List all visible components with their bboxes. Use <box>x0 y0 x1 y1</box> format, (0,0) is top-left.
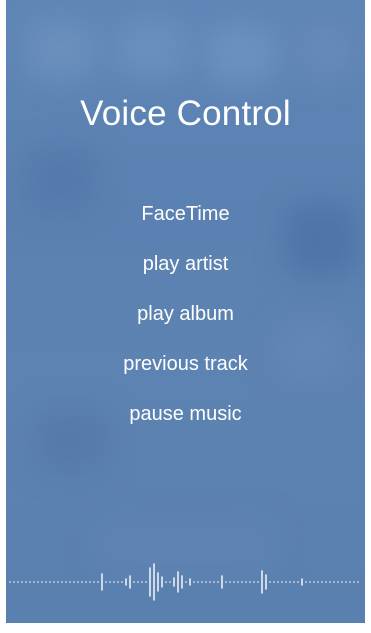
waveform-dot <box>49 581 51 583</box>
waveform-dot <box>305 581 307 583</box>
waveform-dot <box>233 581 235 583</box>
waveform-dot <box>285 581 287 583</box>
waveform-dot <box>241 581 243 583</box>
waveform-dot <box>45 581 47 583</box>
waveform-dot <box>333 581 335 583</box>
waveform-dot <box>53 581 55 583</box>
waveform-dot <box>77 581 79 583</box>
waveform-dot <box>201 581 203 583</box>
command-suggestion: FaceTime <box>141 203 230 225</box>
waveform-dot <box>257 581 259 583</box>
waveform-dot <box>121 581 123 583</box>
waveform-dot <box>345 581 347 583</box>
waveform-dot <box>65 581 67 583</box>
waveform-dot <box>269 581 271 583</box>
waveform-dot <box>217 581 219 583</box>
waveform-dot <box>133 581 135 583</box>
waveform-dot <box>117 581 119 583</box>
waveform-dot <box>205 581 207 583</box>
waveform-dot <box>37 581 39 583</box>
waveform-dot <box>249 581 251 583</box>
waveform-dot <box>89 581 91 583</box>
waveform-dot <box>73 581 75 583</box>
waveform-dot <box>341 581 343 583</box>
waveform-dot <box>237 581 239 583</box>
waveform-dot <box>253 581 255 583</box>
waveform-dot <box>277 581 279 583</box>
waveform-dot <box>69 581 71 583</box>
waveform-dot <box>349 581 351 583</box>
waveform-dot <box>25 581 27 583</box>
waveform-dot <box>105 581 107 583</box>
waveform-dot <box>357 581 359 583</box>
waveform-dot <box>165 581 167 583</box>
command-suggestion: play album <box>137 303 234 325</box>
waveform-dot <box>97 581 99 583</box>
waveform-dot <box>57 581 59 583</box>
waveform-dot <box>321 581 323 583</box>
waveform-dot <box>141 581 143 583</box>
waveform-dot <box>81 581 83 583</box>
audio-waveform-icon <box>9 563 359 601</box>
waveform-dot <box>325 581 327 583</box>
waveform-dot <box>185 581 187 583</box>
waveform-dot <box>17 581 19 583</box>
waveform-dot <box>193 581 195 583</box>
waveform-dot <box>281 581 283 583</box>
waveform-dot <box>169 581 171 583</box>
waveform-dot <box>21 581 23 583</box>
waveform-dot <box>297 581 299 583</box>
waveform-dot <box>229 581 231 583</box>
command-suggestion-list: FaceTime play artist play album previous… <box>6 202 365 452</box>
waveform-dot <box>61 581 63 583</box>
waveform-dot <box>209 581 211 583</box>
voice-control-screen: Voice Control FaceTime play artist play … <box>6 0 365 623</box>
waveform-dot <box>309 581 311 583</box>
waveform-dot <box>313 581 315 583</box>
waveform-dot <box>293 581 295 583</box>
waveform-dot <box>317 581 319 583</box>
waveform-dot <box>337 581 339 583</box>
waveform-dot <box>197 581 199 583</box>
waveform-dot <box>29 581 31 583</box>
waveform-dot <box>213 581 215 583</box>
waveform-dot <box>273 581 275 583</box>
command-suggestion: pause music <box>129 403 242 425</box>
page-title: Voice Control <box>80 94 291 133</box>
waveform-dot <box>13 581 15 583</box>
command-suggestion: play artist <box>142 253 229 275</box>
waveform-dot <box>93 581 95 583</box>
waveform-dot <box>289 581 291 583</box>
waveform-dot <box>145 581 147 583</box>
waveform-dot <box>33 581 35 583</box>
waveform-dot <box>9 581 11 583</box>
waveform-dot <box>225 581 227 583</box>
waveform-dot <box>113 581 115 583</box>
waveform-dot <box>109 581 111 583</box>
waveform-dot <box>41 581 43 583</box>
command-suggestion: previous track <box>123 353 248 375</box>
waveform-dot <box>329 581 331 583</box>
waveform-dot <box>137 581 139 583</box>
waveform-dot <box>353 581 355 583</box>
waveform-dot <box>85 581 87 583</box>
waveform-dot <box>245 581 247 583</box>
